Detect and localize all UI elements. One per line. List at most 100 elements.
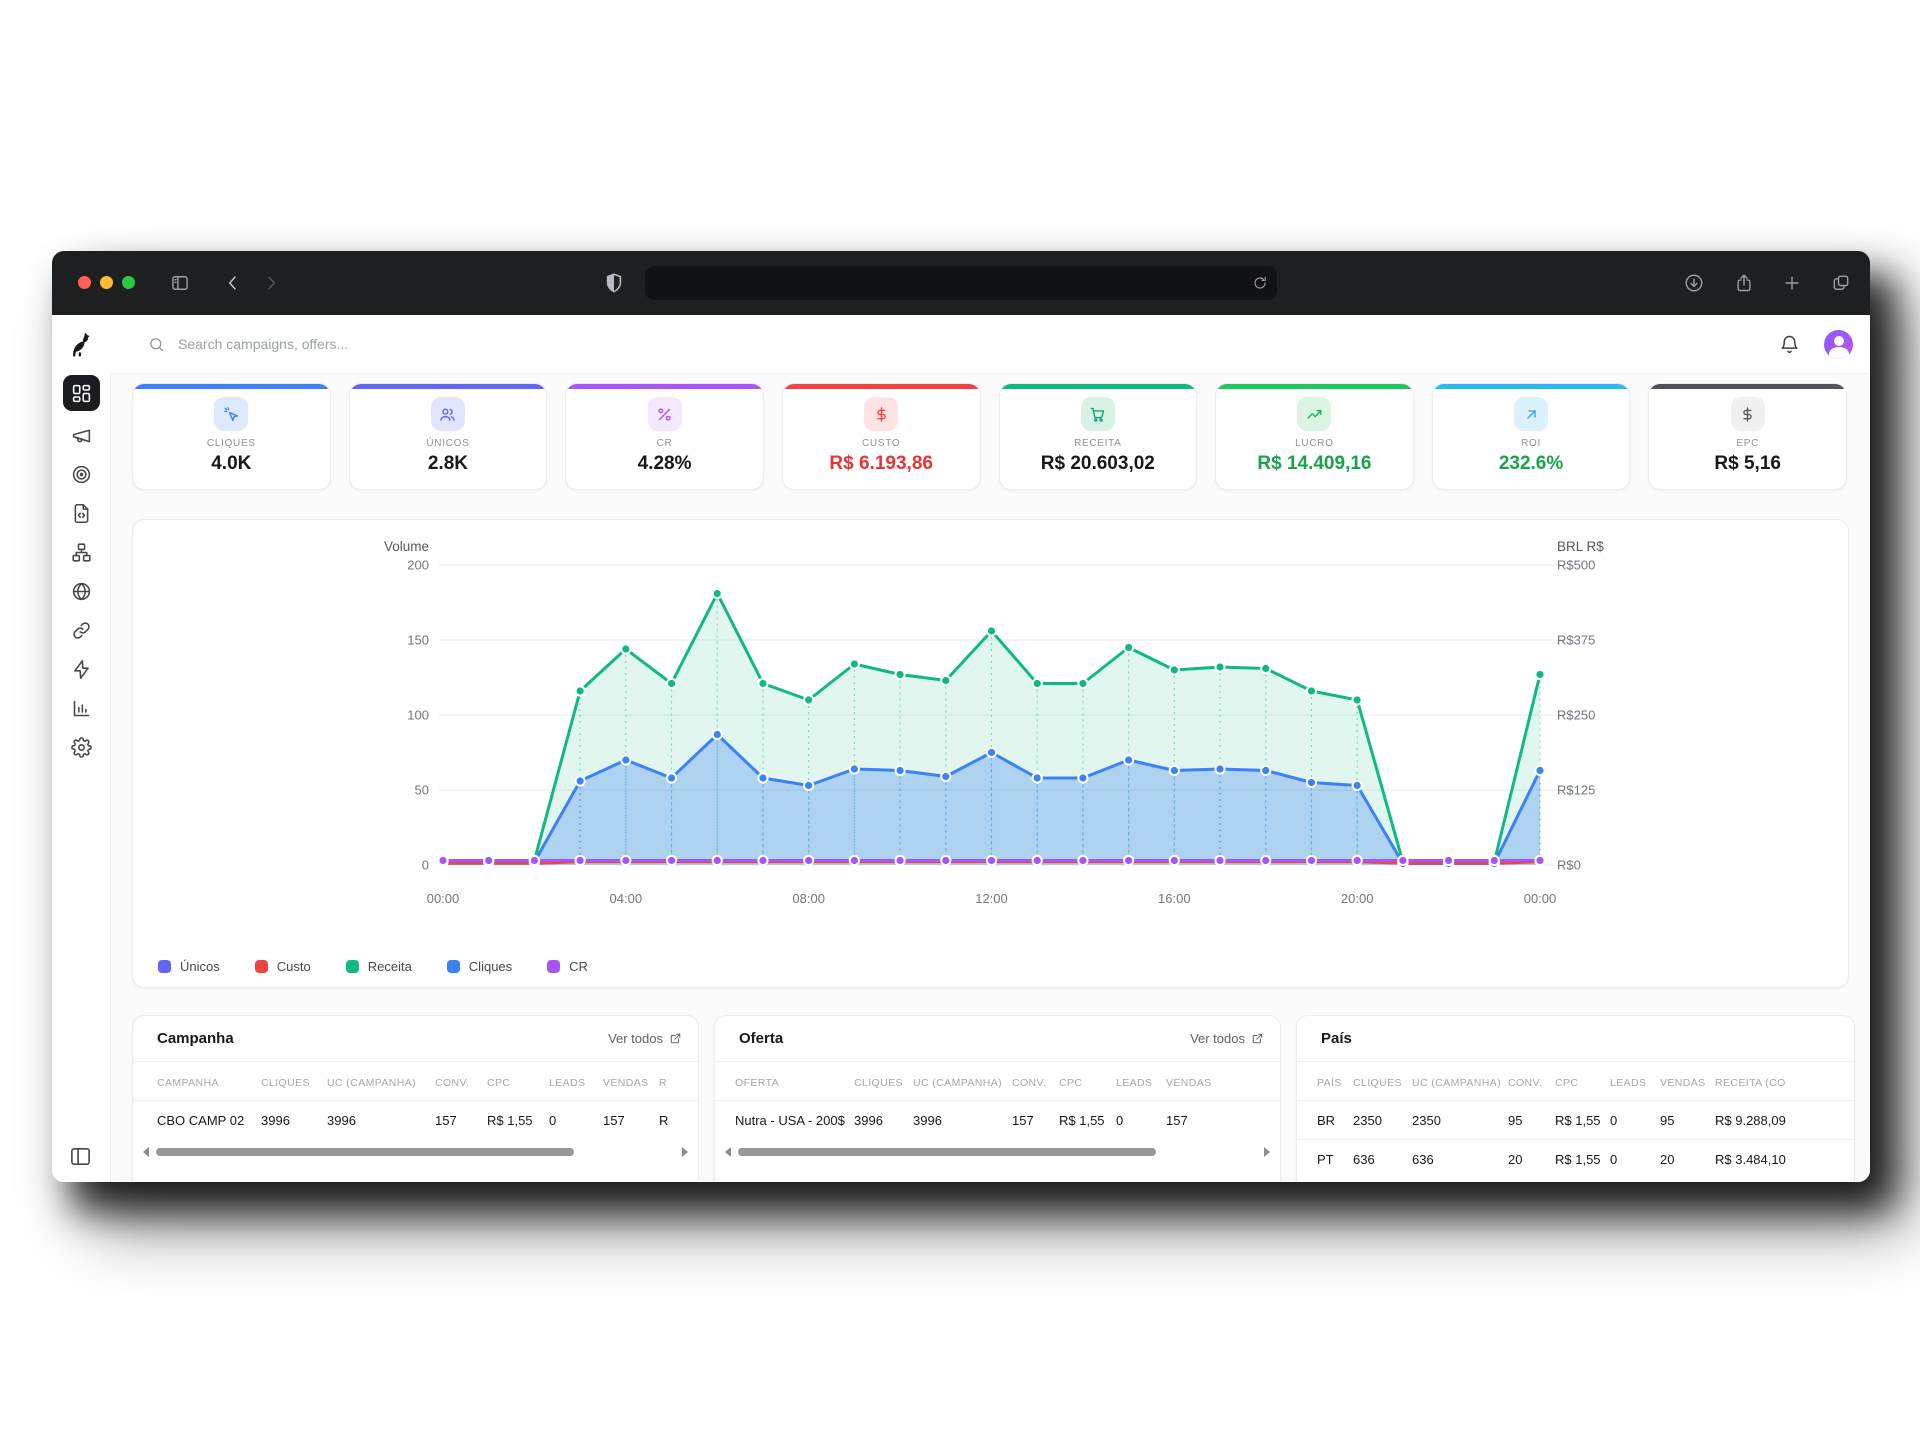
column-header[interactable]: CONV. [1508, 1077, 1555, 1089]
table-cell: R$ 3.484,10 [1715, 1152, 1854, 1167]
legend-item-únicos[interactable]: Únicos [158, 959, 220, 974]
column-header[interactable]: UC (CAMPANHA) [913, 1077, 1012, 1089]
scroll-left-arrow[interactable] [725, 1147, 731, 1157]
ver-todos-link[interactable]: Ver todos [1190, 1031, 1264, 1046]
legend-item-cr[interactable]: CR [547, 959, 588, 974]
sidebar-item-reports[interactable] [63, 693, 100, 723]
legend-item-receita[interactable]: Receita [346, 959, 412, 974]
sidebar-toggle-icon[interactable] [170, 273, 190, 293]
traffic-light-close[interactable] [78, 276, 91, 289]
back-icon[interactable] [223, 273, 243, 293]
sidebar-item-links[interactable] [63, 615, 100, 645]
kpi-value: 4.0K [211, 453, 251, 475]
scroll-right-arrow[interactable] [682, 1147, 688, 1157]
share-icon[interactable] [1734, 273, 1754, 293]
table-title: País [1321, 1030, 1352, 1047]
avatar[interactable] [1824, 330, 1853, 359]
new-tab-icon[interactable] [1782, 273, 1802, 293]
column-header[interactable]: CPC [1555, 1077, 1610, 1089]
scrollbar-thumb[interactable] [738, 1148, 1156, 1156]
column-header[interactable]: VENDAS [603, 1077, 659, 1089]
traffic-chart[interactable]: 0R$050R$125100R$250150R$375200R$500Volum… [133, 526, 1848, 936]
column-header[interactable]: CPC [1059, 1077, 1116, 1089]
panel-left-icon[interactable] [69, 1145, 92, 1168]
table-cell: CBO CAMP 02 [157, 1113, 261, 1128]
column-header[interactable]: CLIQUES [854, 1077, 913, 1089]
scroll-left-arrow[interactable] [143, 1147, 149, 1157]
column-header[interactable]: UC (CAMPANHA) [1412, 1077, 1508, 1089]
address-bar[interactable] [645, 266, 1277, 300]
table-cell: 2350 [1353, 1113, 1412, 1128]
percent-icon [648, 397, 682, 431]
search-input[interactable] [176, 335, 1779, 353]
kpi-accent-bar [1000, 384, 1197, 389]
tab-overview-icon[interactable] [1831, 273, 1851, 293]
forward-icon[interactable] [261, 273, 281, 293]
column-header[interactable]: R [659, 1077, 698, 1089]
kpi-card-cr[interactable]: CR4.28% [565, 383, 764, 490]
column-header[interactable]: CPC [487, 1077, 549, 1089]
column-header[interactable]: LEADS [1610, 1077, 1660, 1089]
table-row[interactable]: CBO CAMP 0239963996157R$ 1,550157R [133, 1100, 698, 1139]
kpi-card-cliques[interactable]: CLIQUES4.0K [132, 383, 331, 490]
column-header[interactable]: CONV. [1012, 1077, 1059, 1089]
column-header[interactable]: CAMPANHA [157, 1077, 261, 1089]
column-header[interactable]: CONV. [435, 1077, 487, 1089]
column-header[interactable]: CLIQUES [261, 1077, 327, 1089]
bell-icon[interactable] [1779, 334, 1800, 355]
reload-icon[interactable] [1252, 275, 1268, 291]
svg-text:00:00: 00:00 [1524, 891, 1557, 906]
column-header[interactable]: OFERTA [735, 1077, 854, 1089]
column-header[interactable]: LEADS [549, 1077, 603, 1089]
table-cell: R$ 1,55 [1059, 1113, 1116, 1128]
horizontal-scrollbar[interactable] [143, 1144, 688, 1160]
svg-text:16:00: 16:00 [1158, 891, 1191, 906]
sidebar-item-flows[interactable] [63, 537, 100, 567]
traffic-light-minimize[interactable] [100, 276, 113, 289]
kpi-card-únicos[interactable]: ÚNICOS2.8K [349, 383, 548, 490]
column-header[interactable]: RECEITA (CO [1715, 1077, 1854, 1089]
shield-icon[interactable] [603, 272, 625, 294]
legend-item-custo[interactable]: Custo [255, 959, 311, 974]
scroll-right-arrow[interactable] [1264, 1147, 1270, 1157]
kpi-card-lucro[interactable]: LUCROR$ 14.409,16 [1215, 383, 1414, 490]
kpi-label: ROI [1521, 438, 1541, 449]
column-header[interactable]: CLIQUES [1353, 1077, 1412, 1089]
scrollbar-thumb[interactable] [156, 1148, 574, 1156]
column-header[interactable]: VENDAS [1660, 1077, 1715, 1089]
sidebar-item-domains[interactable] [63, 576, 100, 606]
table-row[interactable]: BR2350235095R$ 1,55095R$ 9.288,09 [1297, 1100, 1854, 1139]
column-header[interactable]: VENDAS [1166, 1077, 1226, 1089]
sidebar-item-landers[interactable] [63, 498, 100, 528]
legend-swatch [547, 960, 560, 973]
traffic-light-zoom[interactable] [122, 276, 135, 289]
scrollbar-track[interactable] [736, 1148, 1259, 1156]
table-cell: 636 [1353, 1152, 1412, 1167]
kpi-card-roi[interactable]: ROI232.6% [1432, 383, 1631, 490]
horizontal-scrollbar[interactable] [725, 1144, 1270, 1160]
kpi-card-custo[interactable]: CUSTOR$ 6.193,86 [782, 383, 981, 490]
kpi-accent-bar [566, 384, 763, 389]
table-row[interactable]: PT63663620R$ 1,55020R$ 3.484,10 [1297, 1139, 1854, 1178]
svg-text:00:00: 00:00 [427, 891, 460, 906]
column-header[interactable]: PAÍS [1317, 1077, 1353, 1089]
sidebar-item-campaigns[interactable] [63, 420, 100, 450]
table-row[interactable]: Nutra - USA - 200$39963996157R$ 1,550157 [715, 1100, 1280, 1139]
column-header[interactable]: UC (CAMPANHA) [327, 1077, 435, 1089]
legend-label: Únicos [180, 959, 220, 974]
download-icon[interactable] [1684, 273, 1704, 293]
scrollbar-track[interactable] [154, 1148, 677, 1156]
link-icon [71, 620, 92, 641]
sidebar-item-integrations[interactable] [63, 654, 100, 684]
sidebar-item-dashboard[interactable] [63, 375, 100, 411]
ver-todos-link[interactable]: Ver todos [608, 1031, 682, 1046]
legend-item-cliques[interactable]: Cliques [447, 959, 512, 974]
sidebar-item-settings[interactable] [63, 732, 100, 762]
column-header[interactable]: LEADS [1116, 1077, 1166, 1089]
sidebar-item-offers[interactable] [63, 459, 100, 489]
kpi-card-receita[interactable]: RECEITAR$ 20.603,02 [999, 383, 1198, 490]
table-cell: 3996 [913, 1113, 1012, 1128]
kpi-card-epc[interactable]: EPCR$ 5,16 [1648, 383, 1847, 490]
dog-logo[interactable] [68, 331, 95, 358]
svg-text:R$500: R$500 [1557, 558, 1595, 573]
